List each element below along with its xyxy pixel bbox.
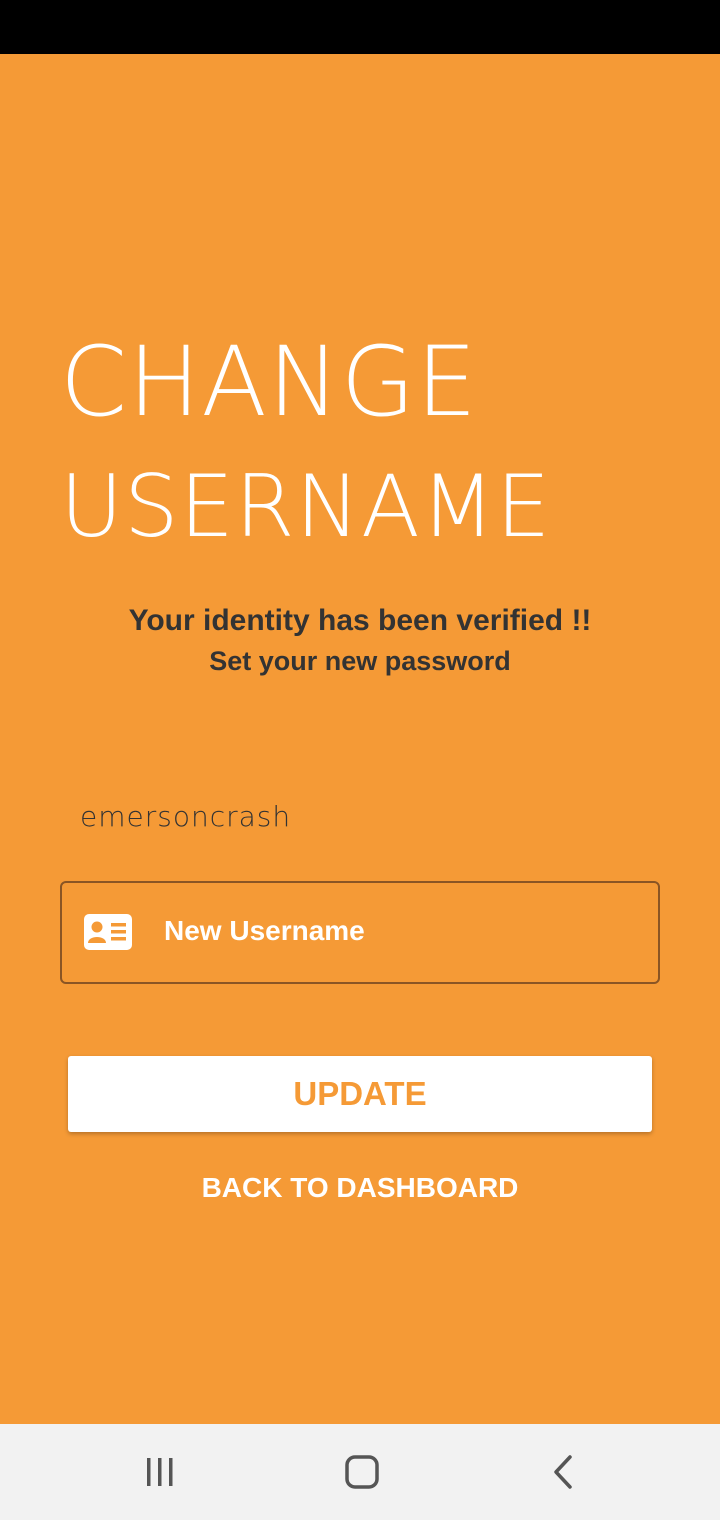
home-icon[interactable] [332, 1448, 392, 1496]
new-username-input[interactable] [164, 905, 634, 957]
recents-icon[interactable] [130, 1448, 190, 1496]
change-username-screen: CHANGE USERNAME Your identity has been v… [0, 54, 720, 1424]
back-arrow-icon[interactable] [534, 1448, 594, 1496]
status-bar [0, 0, 720, 54]
id-card-icon [84, 914, 132, 950]
system-nav-bar [0, 1424, 720, 1520]
page-title-line2: USERNAME [60, 457, 552, 557]
current-username: emersoncrash [80, 800, 292, 833]
new-username-field[interactable] [60, 881, 660, 984]
back-to-dashboard-link[interactable]: BACK TO DASHBOARD [0, 1172, 720, 1204]
page-title-line1: CHANGE [60, 326, 478, 438]
verified-message: Your identity has been verified !! [128, 604, 592, 637]
update-button[interactable]: UPDATE [68, 1056, 652, 1132]
instruction-message: Set your new password [209, 646, 511, 676]
